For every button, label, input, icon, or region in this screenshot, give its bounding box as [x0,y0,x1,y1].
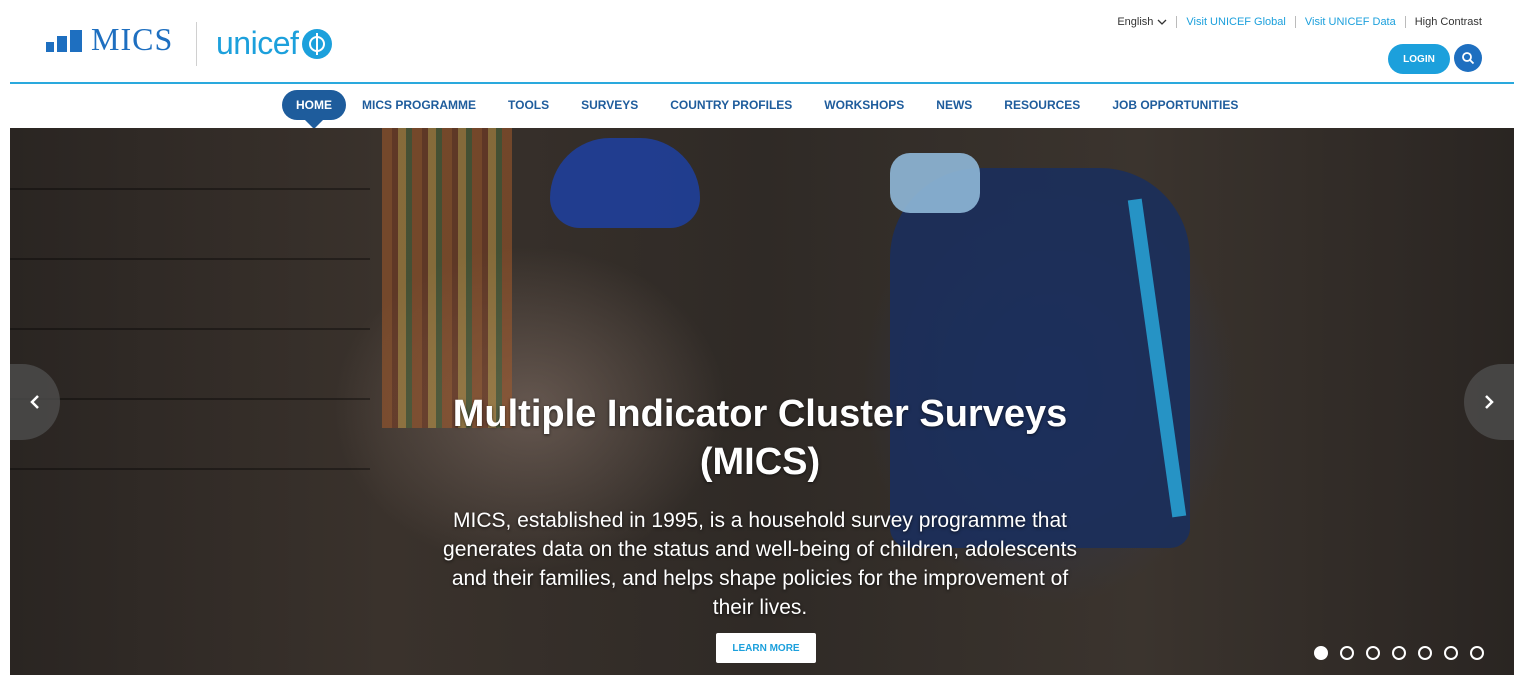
carousel-dot[interactable] [1470,646,1484,660]
carousel-dot[interactable] [1444,646,1458,660]
divider [1176,16,1178,28]
nav-item-news[interactable]: NEWS [920,90,988,120]
main-nav: HOME MICS PROGRAMME TOOLS SURVEYS COUNTR… [10,84,1514,129]
login-button[interactable]: LOGIN [1388,44,1450,74]
carousel-dot[interactable] [1366,646,1380,660]
chevron-left-icon [30,395,39,409]
visit-unicef-data-link[interactable]: Visit UNICEF Data [1305,16,1396,28]
carousel-dot[interactable] [1392,646,1406,660]
mics-logo[interactable]: MICS [46,21,174,57]
carousel-prev-button[interactable] [10,364,60,440]
carousel-dot[interactable] [1314,646,1328,660]
wall-plank [10,258,370,260]
wall-plank [10,398,370,400]
search-button[interactable] [1454,44,1482,72]
wall-plank [10,468,370,470]
nav-item-mics-programme[interactable]: MICS PROGRAMME [346,90,492,120]
hero-description: MICS, established in 1995, is a househol… [443,509,1077,619]
plaid-cloth [382,128,512,428]
hero-title: Multiple Indicator Cluster Surveys (MICS… [452,393,1068,483]
face-mask [890,153,980,213]
wall-plank [10,188,370,190]
chevron-down-icon [1157,19,1167,25]
carousel-dot[interactable] [1340,646,1354,660]
logo-bar-medium [57,36,67,52]
unicef-logo[interactable]: unicef [216,25,333,62]
chevron-right-icon [1485,395,1494,409]
nav-item-home[interactable]: HOME [282,90,346,129]
nav-item-country-profiles[interactable]: COUNTRY PROFILES [654,90,808,120]
wall-plank [10,328,370,330]
logo-bar-small [46,42,54,52]
logo-bar-large [70,30,82,52]
logo-divider [196,22,197,66]
site-header: MICS unicef English Visit UNICEF Global … [10,8,1514,84]
nav-item-surveys[interactable]: SURVEYS [565,90,654,120]
high-contrast-toggle[interactable]: High Contrast [1415,16,1482,28]
carousel-dot[interactable] [1418,646,1432,660]
unicef-globe-icon [302,28,333,59]
search-icon [1462,52,1475,65]
nav-item-job-opportunities[interactable]: JOB OPPORTUNITIES [1096,90,1254,120]
language-selector[interactable]: English [1117,16,1167,28]
nav-item-tools[interactable]: TOOLS [492,90,565,120]
utility-bar: English Visit UNICEF Global Visit UNICEF… [1117,16,1482,28]
mics-logo-text: MICS [91,21,174,57]
hero-carousel: Multiple Indicator Cluster Surveys (MICS… [10,128,1514,675]
unicef-logo-text: unicef [216,25,299,61]
carousel-next-button[interactable] [1464,364,1514,440]
visit-unicef-global-link[interactable]: Visit UNICEF Global [1186,16,1285,28]
language-label: English [1117,16,1154,28]
nav-item-workshops[interactable]: WORKSHOPS [808,90,920,120]
carousel-pagination [1314,646,1484,660]
divider [1404,16,1406,28]
divider [1294,16,1296,28]
nav-item-resources[interactable]: RESOURCES [988,90,1096,120]
blue-headscarf [550,138,700,228]
learn-more-button[interactable]: LEARN MORE [716,633,816,663]
